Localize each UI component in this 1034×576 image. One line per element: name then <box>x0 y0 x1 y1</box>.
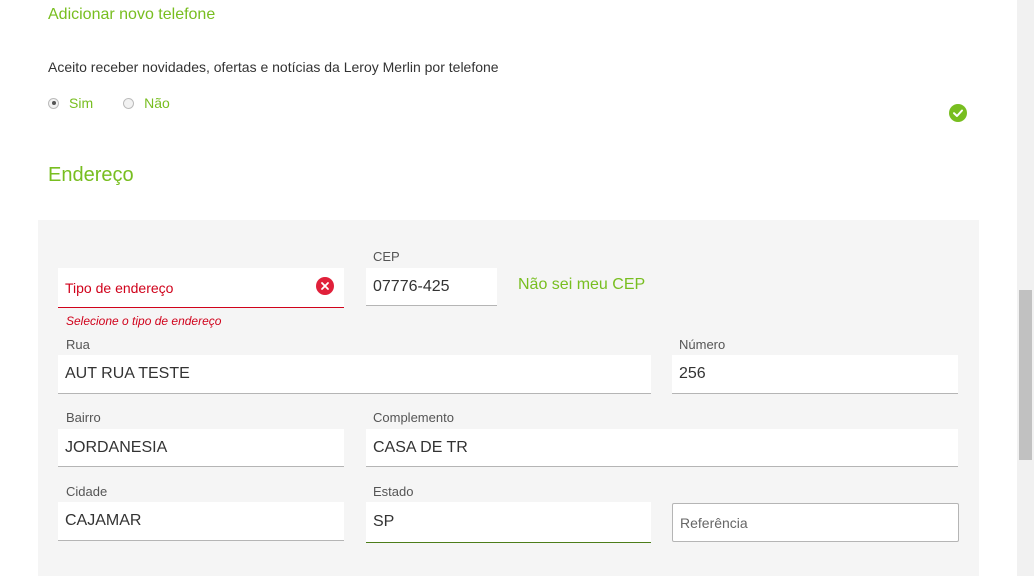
error-x-icon <box>316 277 334 295</box>
unknown-cep-link[interactable]: Não sei meu CEP <box>518 276 645 294</box>
complement-label: Complemento <box>373 410 454 425</box>
number-value: 256 <box>679 365 706 382</box>
city-label: Cidade <box>66 484 108 499</box>
cep-value: 07776-425 <box>373 277 450 295</box>
state-value: SP <box>373 513 395 530</box>
state-label: Estado <box>373 484 414 499</box>
radio-checked-icon[interactable] <box>48 97 59 109</box>
number-input[interactable]: 256 <box>672 355 958 394</box>
radio-nao[interactable]: Não <box>123 95 170 111</box>
address-type-select[interactable]: Tipo de endereço <box>58 268 344 308</box>
neighborhood-value: JORDANESIA <box>65 438 168 456</box>
reference-placeholder: Referência <box>680 514 748 531</box>
phone-offers-radio-group: Sim Não <box>48 95 200 111</box>
number-label: Número <box>679 337 726 352</box>
radio-sim[interactable]: Sim <box>48 95 93 111</box>
cep-input[interactable]: 07776-425 <box>366 268 497 306</box>
complement-input[interactable]: CASA DE TR <box>366 429 958 467</box>
page-scrollbar-thumb[interactable] <box>1019 290 1032 460</box>
complement-value: CASA DE TR <box>373 438 468 456</box>
cep-label: CEP <box>373 249 400 264</box>
address-section-title: Endereço <box>48 164 134 186</box>
radio-unchecked-icon[interactable] <box>123 97 135 109</box>
radio-nao-label: Não <box>144 95 170 111</box>
state-input[interactable]: SP <box>366 502 651 543</box>
check-success-icon <box>949 104 967 122</box>
page-scrollbar-track[interactable] <box>1017 0 1034 576</box>
street-value: AUT RUA TESTE <box>65 365 190 382</box>
address-type-placeholder: Tipo de endereço <box>65 279 174 296</box>
address-type-error: Selecione o tipo de endereço <box>66 314 222 328</box>
street-label: Rua <box>66 337 90 352</box>
city-input[interactable]: CAJAMAR <box>58 502 344 541</box>
reference-input[interactable]: Referência <box>672 503 959 542</box>
neighborhood-input[interactable]: JORDANESIA <box>58 429 344 467</box>
city-value: CAJAMAR <box>65 512 142 529</box>
accept-phone-offers-text: Aceito receber novidades, ofertas e notí… <box>48 59 499 75</box>
radio-sim-label: Sim <box>69 95 94 111</box>
neighborhood-label: Bairro <box>66 410 101 425</box>
add-phone-link[interactable]: Adicionar novo telefone <box>48 6 215 24</box>
street-input[interactable]: AUT RUA TESTE <box>58 355 651 394</box>
